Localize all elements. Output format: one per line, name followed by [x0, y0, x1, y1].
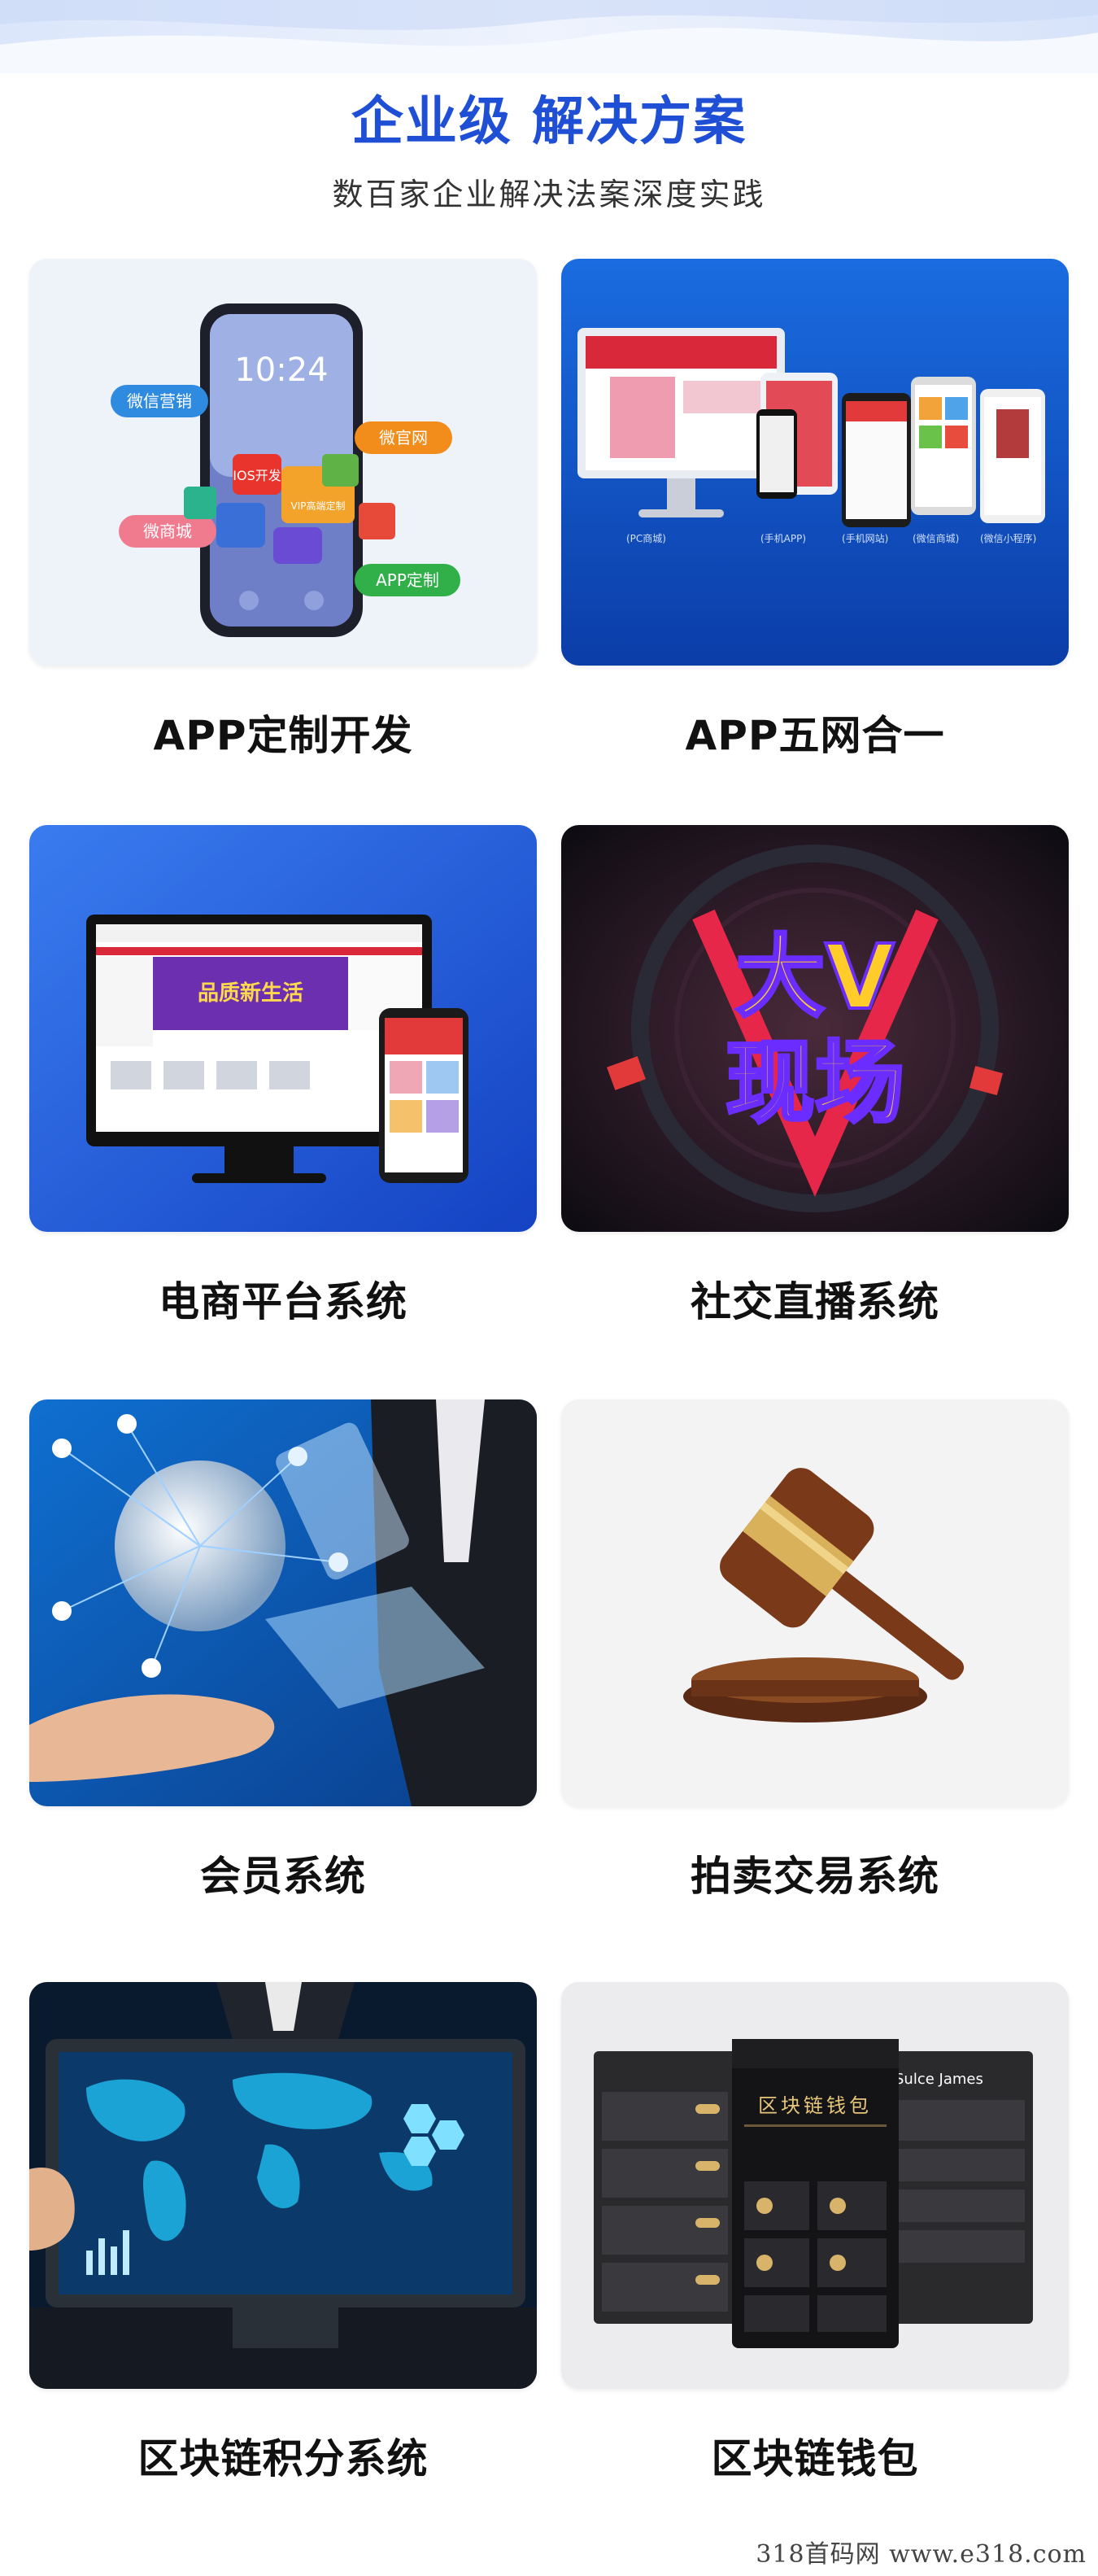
live-stream-icon: 大V 现场 [561, 825, 1069, 1232]
caption-mobile-site: (手机网站) [842, 533, 888, 544]
solution-label: 区块链钱包 [711, 2435, 919, 2482]
caption-app: (手机APP) [760, 533, 806, 544]
solution-card-five-in-one[interactable]: (PC商城) (手机APP) (手机网站) (微信商城) (微信小程序) APP… [561, 259, 1069, 762]
header-wave-decoration [0, 0, 1098, 73]
solution-card-blockchain-points[interactable]: 区块链积分系统 [29, 1982, 537, 2485]
phone-clock: 10:24 [234, 351, 328, 389]
solution-label: 社交直播系统 [691, 1278, 939, 1325]
solution-label: 区块链积分系统 [137, 2435, 429, 2482]
page-title: 企业级 解决方案 [351, 92, 747, 152]
solution-card-member[interactable]: 会员系统 [29, 1399, 537, 1902]
svg-text:大V: 大V [735, 925, 894, 1029]
solution-label: APP五网合一 [685, 712, 945, 759]
gavel-icon [561, 1399, 1069, 1806]
solution-label: APP定制开发 [153, 712, 413, 759]
svg-text:现场: 现场 [725, 1031, 904, 1135]
solution-label: 拍卖交易系统 [691, 1853, 939, 1900]
solution-label: 会员系统 [200, 1853, 366, 1900]
blockchain-map-icon [29, 1982, 537, 2389]
ecommerce-icon: 品质新生活 [29, 825, 537, 1232]
multi-device-icon: (PC商城) (手机APP) (手机网站) (微信商城) (微信小程序) [561, 259, 1069, 666]
page-subtitle: 数百家企业解决法案深度实践 [332, 177, 766, 212]
tag-ios: IOS开发 [233, 468, 281, 483]
tag-vip: VIP高端定制 [291, 500, 346, 512]
site-watermark: 318首码网 www.e318.com [756, 2540, 1087, 2569]
solution-card-auction[interactable]: 拍卖交易系统 [561, 1399, 1069, 1902]
wallet-app-icon: Sulce James 区块链钱包 [561, 1982, 1069, 2389]
caption-mini-program: (微信小程序) [980, 532, 1036, 544]
wallet-username: Sulce James [895, 2071, 983, 2088]
solution-card-ecommerce[interactable]: 品质新生活 电商平台系统 [29, 825, 537, 1328]
tag-app-custom: APP定制 [376, 570, 439, 590]
wallet-app-title: 区块链钱包 [758, 2094, 872, 2117]
tag-micro-mall: 微商城 [143, 522, 192, 541]
solution-card-blockchain-wallet[interactable]: Sulce James 区块链钱包 区块链钱包 [561, 1982, 1069, 2485]
solution-card-live-stream[interactable]: 大V 现场 社交直播系统 [561, 825, 1069, 1328]
banner-text: 品质新生活 [198, 980, 303, 1006]
phone-app-icon: 10:24 微信营销 微官网 微商城 APP定制 IOS开发 VIP高端定制 [29, 259, 537, 666]
solution-label: 电商平台系统 [159, 1278, 407, 1325]
solution-card-app-custom[interactable]: 10:24 微信营销 微官网 微商城 APP定制 IOS开发 VIP高端定制 A… [29, 259, 537, 762]
tag-micro-site: 微官网 [379, 428, 428, 448]
caption-pc: (PC商城) [626, 532, 666, 544]
caption-wechat-mall: (微信商城) [913, 532, 959, 544]
tag-wechat-marketing: 微信营销 [127, 391, 192, 411]
member-network-icon [29, 1399, 537, 1806]
